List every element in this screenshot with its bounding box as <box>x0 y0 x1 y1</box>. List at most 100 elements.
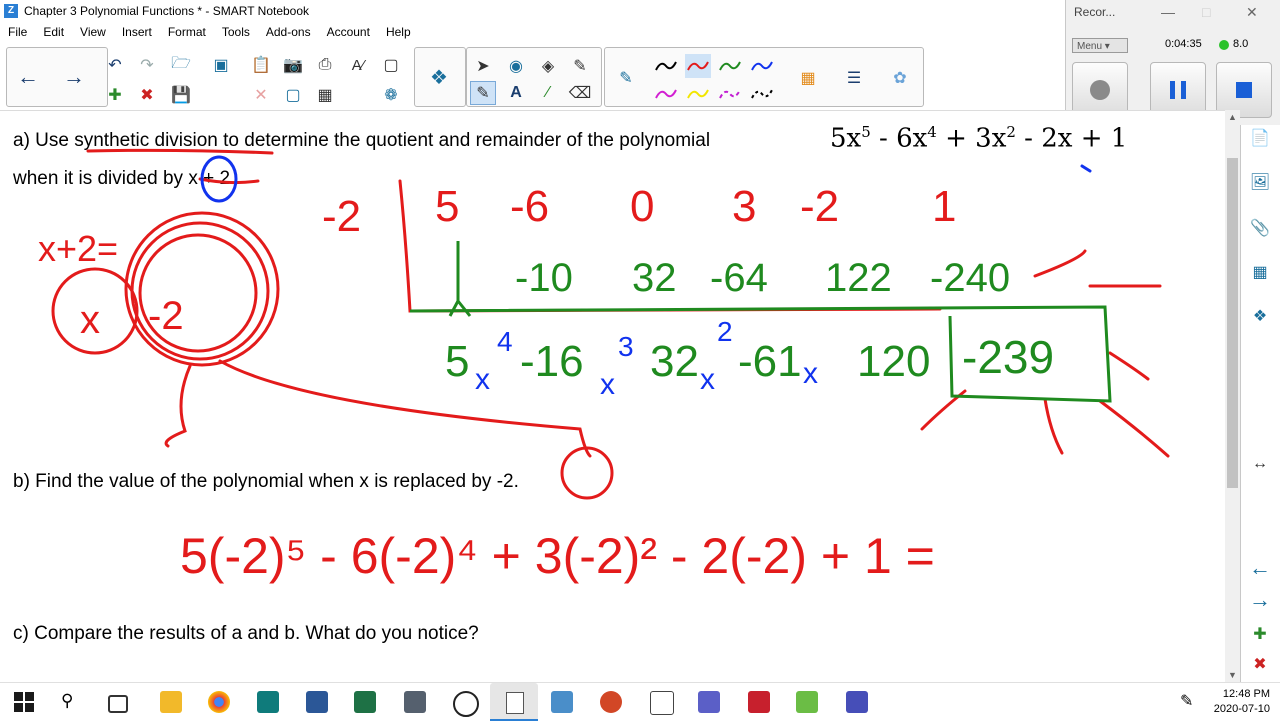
side-previous-icon[interactable]: ← <box>1247 555 1273 581</box>
select-tools-group: ➤ ◉ ◈ ✎ ✎ A ∕ ⌫ <box>466 47 602 107</box>
full-screen-icon[interactable]: ▢ <box>280 83 306 107</box>
publisher-icon[interactable] <box>257 691 279 713</box>
calculator-icon[interactable] <box>551 691 573 713</box>
add-page-icon[interactable]: ✚ <box>102 83 128 107</box>
close-icon[interactable]: ✕ <box>1246 4 1258 21</box>
pen-black[interactable] <box>653 54 679 78</box>
properties-icon[interactable]: ▦ <box>1247 259 1273 285</box>
screen-capture-icon[interactable]: ▢ <box>378 53 404 77</box>
pen-blue[interactable] <box>749 54 775 78</box>
puzzle-icon[interactable]: ❖ <box>426 65 452 89</box>
vertical-scrollbar[interactable]: ▲ ▼ <box>1225 110 1240 682</box>
side-tabs: 📄 🖼 📎 ▦ ❖ ↔ ← → ✚ ✖ <box>1240 125 1280 682</box>
maximize-icon[interactable]: □ <box>1202 4 1210 20</box>
table-icon[interactable]: ▦ <box>312 83 338 107</box>
scroll-down-icon[interactable]: ▼ <box>1228 670 1237 680</box>
ink-coef-2: -6 <box>510 182 549 231</box>
excel-icon[interactable] <box>354 691 376 713</box>
menu-tools[interactable]: Tools <box>214 25 258 39</box>
ink-circle-right <box>130 221 270 361</box>
recorder-app-icon[interactable] <box>748 691 770 713</box>
open-folder-icon[interactable]: 🗁 <box>168 53 194 77</box>
line-style-icon[interactable]: ☰ <box>841 66 867 90</box>
pen-green[interactable] <box>717 54 743 78</box>
pen-magenta[interactable] <box>653 82 679 106</box>
screen-shade-icon[interactable]: ▣ <box>208 53 234 77</box>
paste-icon[interactable]: 📋 <box>248 53 274 77</box>
printer-app-icon[interactable] <box>404 691 426 713</box>
next-page-button[interactable]: → <box>61 64 87 89</box>
side-add-page-icon[interactable]: ✚ <box>1247 621 1273 647</box>
attachments-icon[interactable]: 📎 <box>1247 215 1273 241</box>
gallery-icon[interactable]: ❁ <box>378 83 404 107</box>
menu-format[interactable]: Format <box>160 25 214 39</box>
previous-page-button[interactable]: ← <box>15 64 41 89</box>
menu-insert[interactable]: Insert <box>114 25 160 39</box>
save-icon[interactable]: 💾 <box>168 83 194 107</box>
teams-classic-icon[interactable] <box>846 691 868 713</box>
menu-file[interactable]: File <box>0 25 35 39</box>
notebook-file-icon[interactable] <box>650 691 674 715</box>
text-icon[interactable]: A <box>503 81 529 105</box>
recorder-menu-dropdown[interactable]: Menu ▾ <box>1072 38 1128 53</box>
scroll-thumb[interactable] <box>1227 158 1238 488</box>
ink-remainder: -239 <box>962 331 1054 383</box>
smart-notebook-icon: Z <box>4 4 18 18</box>
ink-product-2: 32 <box>632 256 677 300</box>
pen-red[interactable] <box>685 54 711 78</box>
menu-edit[interactable]: Edit <box>35 25 72 39</box>
pen-type-icon[interactable]: ✎ <box>613 66 639 90</box>
task-view-icon[interactable] <box>108 695 128 713</box>
title-bar: Z Chapter 3 Polynomial Functions * - SMA… <box>0 0 1065 22</box>
pen-workspace-icon[interactable]: ✎ <box>1180 691 1202 713</box>
fill-effects-icon[interactable]: ✿ <box>887 66 913 90</box>
pen-yellow[interactable] <box>685 82 711 106</box>
delete-icon[interactable]: ✕ <box>248 83 274 107</box>
side-next-icon[interactable]: → <box>1247 587 1273 613</box>
select-arrow-icon[interactable]: ➤ <box>470 54 496 78</box>
geogebra-icon[interactable] <box>453 691 479 717</box>
minimize-icon[interactable]: — <box>1161 4 1175 20</box>
menu-view[interactable]: View <box>72 25 114 39</box>
delete-page-icon[interactable]: ✖ <box>134 83 160 107</box>
word-icon[interactable] <box>306 691 328 713</box>
menu-addons[interactable]: Add-ons <box>258 25 319 39</box>
powerpoint-icon[interactable] <box>600 691 622 713</box>
eraser-icon[interactable]: ⌫ <box>567 81 593 105</box>
capture-icon[interactable]: 📷 <box>280 53 306 77</box>
ink-coef-6: 1 <box>932 182 956 231</box>
document-camera-icon[interactable]: ⎙ <box>312 53 338 77</box>
gallery-tab-icon[interactable]: 🖼 <box>1247 169 1273 195</box>
shapes-icon[interactable]: ◉ <box>503 54 529 78</box>
magic-pen-icon[interactable]: ✎ <box>567 54 593 78</box>
redo-icon[interactable]: ↷ <box>134 53 160 77</box>
recorder-menu-label: Menu <box>1077 41 1103 52</box>
pens-icon[interactable]: ✎ <box>470 81 496 105</box>
app-green-icon[interactable] <box>796 691 818 713</box>
text-style-icon[interactable]: A⁄ <box>345 53 371 77</box>
pen-purple-dashed[interactable] <box>717 82 743 106</box>
pen-black-dashed[interactable] <box>749 82 775 106</box>
page-sorter-icon[interactable]: 📄 <box>1247 125 1273 151</box>
file-explorer-icon[interactable] <box>160 691 182 713</box>
menu-account[interactable]: Account <box>319 25 378 39</box>
windows-start-icon[interactable] <box>13 691 35 713</box>
recorder-title: Recor... <box>1074 5 1116 19</box>
system-clock[interactable]: 12:48 PM 2020-07-10 <box>1214 687 1270 717</box>
chrome-icon[interactable] <box>208 691 230 713</box>
search-icon[interactable]: ⚲ <box>61 691 83 713</box>
addons-tab-icon[interactable]: ❖ <box>1247 303 1273 329</box>
scroll-up-icon[interactable]: ▲ <box>1228 112 1237 122</box>
window-title: Chapter 3 Polynomial Functions * - SMART… <box>24 4 310 18</box>
menu-help[interactable]: Help <box>378 25 419 39</box>
line-icon[interactable]: ∕ <box>535 81 561 105</box>
ink-underline-divisor <box>198 177 260 185</box>
undo-icon[interactable]: ↶ <box>102 53 128 77</box>
fill-icon[interactable]: ◈ <box>535 54 561 78</box>
smart-notebook-task-active[interactable] <box>490 683 538 721</box>
color-palette-icon[interactable]: ▦ <box>795 66 821 90</box>
resize-panel-icon[interactable]: ↔ <box>1247 451 1273 477</box>
side-delete-page-icon[interactable]: ✖ <box>1247 651 1273 677</box>
teams-icon[interactable] <box>698 691 720 713</box>
notebook-page[interactable]: a) Use synthetic division to determine t… <box>0 110 1225 683</box>
